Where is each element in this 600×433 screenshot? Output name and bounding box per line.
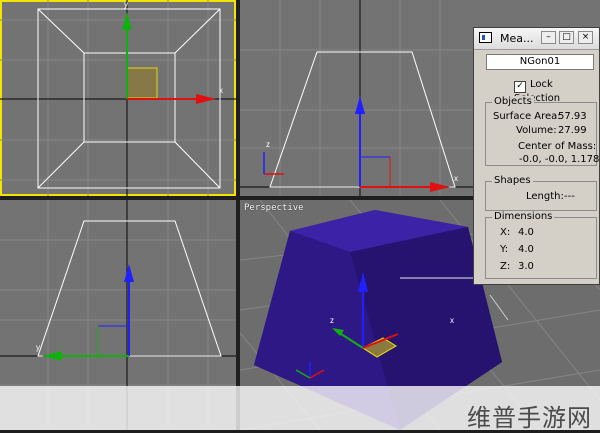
app-icon [479,32,492,43]
dimensions-group: Dimensions X: 4.0 Y: 4.0 Z: 3.0 [485,211,597,279]
surface-area-value: 57.93 [558,111,587,122]
maximize-button[interactable]: □ [559,31,574,44]
dialog-title: Mea... [500,32,534,45]
ngon-wireframe-front [269,51,456,188]
center-of-mass-label: Center of Mass: [518,141,597,152]
shapes-group-title: Shapes [492,175,533,186]
dim-y-value: 4.0 [518,244,534,255]
front-axis-x-label: x [454,174,458,183]
minimize-button[interactable]: – [541,31,556,44]
dim-x-label: X: [500,227,511,238]
surface-area-label: Surface Area: [493,111,561,122]
dim-z-value: 3.0 [518,261,534,272]
dim-y-label: Y: [500,244,509,255]
object-name-field: NGon01 [486,54,594,70]
top-axis-x-label: x [219,86,223,95]
objects-group: Objects Surface Area: 57.93 Volume: 27.9… [485,96,600,166]
dimensions-group-title: Dimensions [492,211,555,222]
persp-axis-x-label: x [450,316,454,325]
top-axis-y-label: y [124,0,128,9]
lock-selection-checkbox[interactable]: ✓ [514,81,526,93]
top-viewport[interactable]: x y [0,0,236,196]
left-axis-y-label: y [36,343,40,352]
objects-group-title: Objects [492,96,534,107]
watermark-text: 维普手游网 [467,404,592,432]
top-viewport-canvas [0,0,236,196]
close-button[interactable]: × [578,31,593,44]
length-value: --- [564,191,575,202]
volume-value: 27.99 [558,125,587,136]
persp-axis-z-label: z [330,316,334,325]
dim-x-value: 4.0 [518,227,534,238]
front-axis-z-label: z [266,140,270,149]
measure-dialog[interactable]: Mea... – □ × NGon01 ✓ Lock Selection Obje… [473,27,600,285]
shapes-group: Shapes Length: --- [485,175,597,211]
perspective-viewport-label[interactable]: Perspective [244,203,304,213]
volume-label: Volume: [516,125,557,136]
length-label: Length: [526,191,564,202]
dim-z-label: Z: [500,261,511,272]
center-of-mass-value: -0.0, -0.0, 1.178 [519,154,600,165]
measure-titlebar[interactable]: Mea... – □ × [474,28,599,50]
